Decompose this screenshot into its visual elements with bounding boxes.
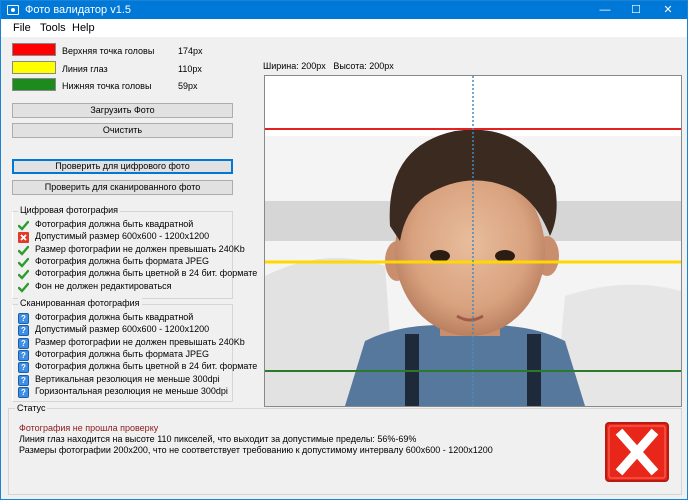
- scanned-check-text: Фотография должна быть цветной в 24 бит.…: [35, 361, 258, 372]
- scanned-check-text: Фотография должна быть квадратной: [35, 312, 194, 322]
- menu-help[interactable]: Help: [72, 22, 95, 34]
- status-line-1: Линия глаз находится на высоте 110 пиксе…: [19, 434, 417, 444]
- title-bar: Фото валидатор v1.5 — ☐ ✕: [1, 1, 687, 19]
- scanned-check-text: Горизонтальная резолюция не меньше 300dp…: [35, 385, 228, 396]
- status-group: Статус Фотография не прошла проверку Лин…: [8, 403, 682, 495]
- digital-check-item: Фотография должна быть цветной в 24 бит.…: [17, 268, 257, 280]
- scanned-check-text: Допустимый размер 600x600 - 1200x1200: [35, 324, 210, 335]
- scanned-checks-group: Сканированная фотография ? Фотография дол…: [12, 298, 257, 402]
- bottom-line-swatch: [12, 78, 56, 91]
- scanned-check-item: ? Фотография должна быть формата JPEG: [18, 349, 230, 361]
- check-icon: [17, 220, 30, 231]
- question-icon: ?: [18, 337, 29, 349]
- scanned-check-item: ? Допустимый размер 600x600 - 1200x1200: [18, 324, 230, 337]
- digital-check-text: Размер фотографии не должен превышать 24…: [35, 243, 245, 254]
- minimize-button[interactable]: —: [590, 1, 620, 19]
- error-x-icon: [18, 232, 29, 244]
- eye-line-label: Линия глаз: [62, 64, 108, 74]
- digital-check-item: Фотография должна быть формата JPEG: [17, 255, 230, 268]
- digital-checks-group: Цифровая фотография Фотография должна бы…: [12, 205, 257, 299]
- photo-preview: [264, 75, 682, 407]
- photo-width: Ширина: 200px: [263, 61, 326, 71]
- digital-check-item: Допустимый размер 600x600 - 1200x1200: [18, 231, 230, 244]
- scanned-check-text: Фотография должна быть формата JPEG: [35, 348, 209, 359]
- menu-bar: File Tools Help: [1, 19, 687, 37]
- close-button[interactable]: ✕: [653, 1, 683, 19]
- digital-group-title: Цифровая фотография: [18, 205, 120, 215]
- digital-check-text: Фон не должен редактироваться: [35, 280, 172, 291]
- status-title: Статус: [15, 403, 48, 413]
- scanned-check-item: ? Фотография должна быть квадратной: [18, 312, 230, 324]
- status-text: Фотография не прошла проверку Линия глаз…: [17, 417, 599, 477]
- clear-button[interactable]: Очистить: [12, 123, 233, 138]
- bottom-line-label: Нижняя точка головы: [62, 81, 152, 91]
- scanned-group-title: Сканированная фотография: [18, 298, 142, 308]
- status-headline: Фотография не прошла проверку: [19, 423, 159, 433]
- app-window: Фото валидатор v1.5 — ☐ ✕ File Tools Hel…: [0, 0, 688, 500]
- top-line-label: Верхняя точка головы: [62, 46, 155, 56]
- bottom-line-value: 59px: [178, 81, 198, 91]
- question-icon: ?: [18, 349, 29, 361]
- digital-check-item: Фотография должна быть квадратной: [17, 219, 230, 231]
- scanned-check-item: ? Горизонтальная резолюция не меньше 300d…: [18, 386, 230, 398]
- digital-check-text: Допустимый размер 600x600 - 1200x1200: [35, 231, 210, 242]
- check-digital-button[interactable]: Проверить для цифрового фото: [12, 159, 233, 174]
- check-icon: [17, 245, 30, 256]
- status-line-2: Размеры фотографии 200x200, что не соотв…: [19, 445, 493, 455]
- check-scanned-button[interactable]: Проверить для сканированного фото: [12, 180, 233, 195]
- digital-check-text: Фотография должна быть формата JPEG: [35, 255, 209, 266]
- scanned-check-item: ? Размер фотографии не должен превышать 2…: [18, 337, 245, 349]
- question-icon: ?: [18, 362, 29, 374]
- camera-icon: [7, 5, 19, 15]
- eye-line-swatch: [12, 61, 56, 74]
- scanned-check-text: Вертикальная резолюция не меньше 300dpi: [35, 373, 220, 384]
- menu-file[interactable]: File: [13, 22, 31, 34]
- check-icon: [17, 282, 30, 293]
- photo-dimensions: Ширина: 200px Высота: 200px: [263, 61, 394, 71]
- window-title: Фото валидатор v1.5: [25, 4, 132, 16]
- error-icon: [605, 422, 669, 482]
- scanned-check-item: ? Вертикальная резолюция не меньше 300dpi: [18, 374, 230, 386]
- digital-check-item: Размер фотографии не должен превышать 24…: [17, 244, 245, 256]
- question-icon: ?: [18, 386, 29, 398]
- top-line-value: 174px: [178, 46, 203, 56]
- photo-height: Высота: 200px: [333, 61, 394, 71]
- load-photo-button[interactable]: Загрузить Фото: [12, 103, 233, 118]
- check-icon: [17, 269, 30, 280]
- eye-line-value: 110px: [178, 64, 202, 74]
- question-icon: ?: [18, 374, 29, 386]
- photo-image: [265, 76, 681, 406]
- digital-check-item: Фон не должен редактироваться: [17, 280, 230, 293]
- scanned-check-text: Размер фотографии не должен превышать 24…: [35, 336, 245, 347]
- top-line-swatch: [12, 43, 56, 56]
- question-icon: ?: [18, 313, 29, 324]
- menu-tools[interactable]: Tools: [40, 22, 66, 34]
- check-icon: [17, 257, 30, 268]
- scanned-check-item: ? Фотография должна быть цветной в 24 бит…: [18, 361, 257, 374]
- digital-check-text: Фотография должна быть квадратной: [35, 219, 194, 229]
- question-icon: ?: [18, 325, 29, 337]
- maximize-button[interactable]: ☐: [621, 1, 651, 19]
- digital-check-text: Фотография должна быть цветной в 24 бит.…: [35, 268, 258, 279]
